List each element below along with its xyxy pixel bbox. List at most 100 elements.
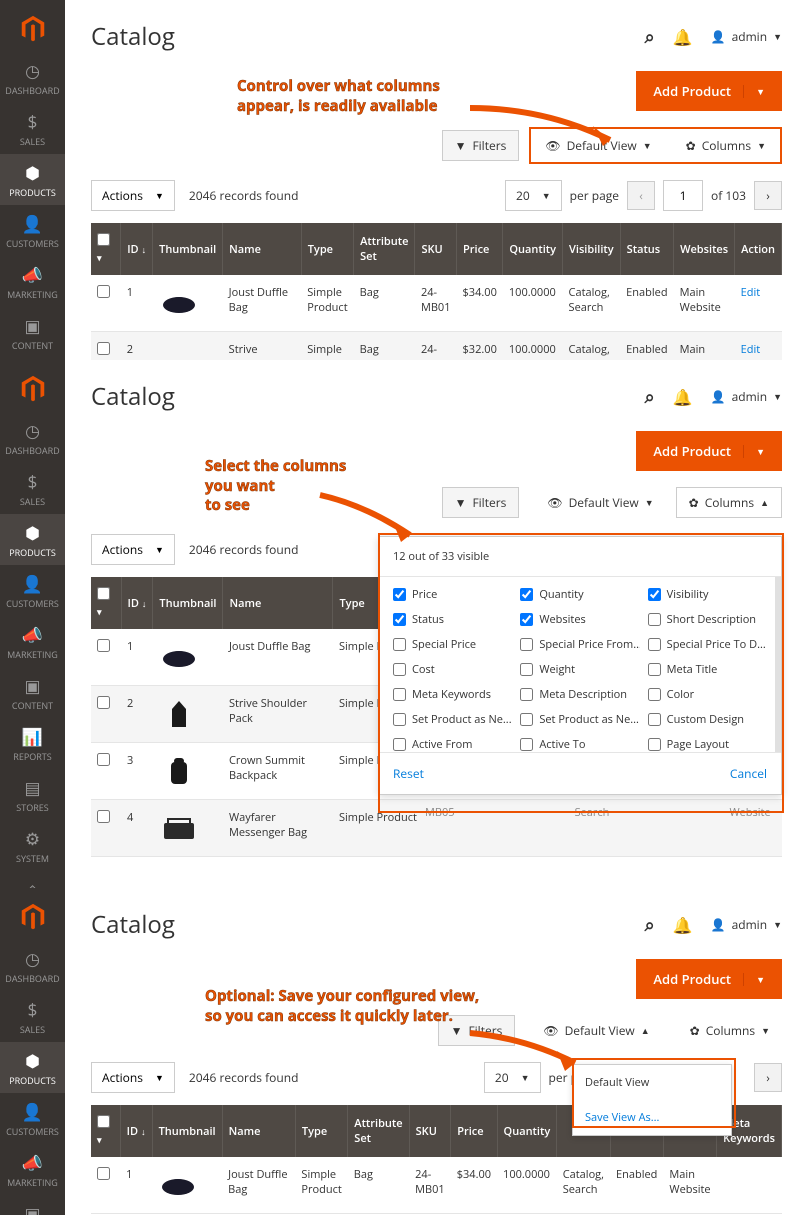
sidebar-item-products[interactable]: ⬢PRODUCTS bbox=[0, 514, 65, 565]
sidebar-item-customers[interactable]: 👤CUSTOMERS bbox=[0, 1093, 65, 1144]
row-checkbox[interactable] bbox=[97, 1167, 110, 1180]
col-id[interactable]: ID↓ bbox=[121, 223, 153, 275]
cancel-link[interactable]: Cancel bbox=[730, 765, 767, 782]
col-type[interactable]: Type bbox=[301, 223, 353, 275]
sidebar-item-marketing[interactable]: 📣MARKETING bbox=[0, 256, 65, 307]
column-toggle[interactable]: Weight bbox=[520, 662, 639, 677]
actions-dropdown[interactable]: Actions▼ bbox=[91, 534, 175, 565]
sidebar-item-sales[interactable]: $SALES bbox=[0, 463, 65, 514]
page-input[interactable] bbox=[663, 180, 703, 211]
sidebar-item-partners[interactable]: ◈FIND PARTNERS bbox=[0, 871, 65, 888]
add-product-button[interactable]: Add Product▼ bbox=[636, 431, 782, 471]
select-all-checkbox[interactable] bbox=[97, 1115, 110, 1128]
col-vis[interactable]: Visibility bbox=[563, 223, 621, 275]
col-sku[interactable]: SKU bbox=[415, 223, 457, 275]
sidebar-item-dashboard[interactable]: ◷DASHBOARD bbox=[0, 52, 65, 103]
search-icon[interactable]: ⌕ bbox=[645, 913, 655, 937]
edit-link[interactable]: Edit bbox=[735, 332, 782, 361]
col-attrset[interactable]: Attribute Set bbox=[354, 223, 415, 275]
caret-down-icon[interactable]: ▼ bbox=[743, 85, 765, 98]
filters-button[interactable]: ▼Filters bbox=[442, 487, 520, 518]
sidebar-item-system[interactable]: ⚙SYSTEM bbox=[0, 820, 65, 871]
column-toggle[interactable]: Active From bbox=[393, 737, 512, 752]
edit-link[interactable]: Edit bbox=[735, 275, 782, 332]
save-view-as-option[interactable]: Save View As... bbox=[573, 1100, 731, 1135]
add-product-button[interactable]: Add Product▼ bbox=[636, 959, 782, 999]
table-row[interactable]: 2 Strive Shoulder Simple Bag 24- $32.00 … bbox=[91, 332, 782, 361]
actions-dropdown[interactable]: Actions▼ bbox=[91, 180, 175, 211]
default-view-dropdown[interactable]: 👁Default View▼ bbox=[535, 488, 665, 517]
actions-dropdown[interactable]: Actions▼ bbox=[91, 1062, 175, 1093]
column-toggle[interactable]: Quantity bbox=[520, 587, 639, 602]
column-toggle[interactable]: Meta Keywords bbox=[393, 687, 512, 702]
sidebar-item-dashboard[interactable]: ◷DASHBOARD bbox=[0, 412, 65, 463]
table-row[interactable]: 1 Joust Duffle Bag Simple Product Bag 24… bbox=[91, 1157, 782, 1214]
col-attrset[interactable]: Attribute Set bbox=[348, 1105, 409, 1157]
bell-icon[interactable]: 🔔 bbox=[673, 386, 693, 408]
column-toggle[interactable]: Status bbox=[393, 612, 512, 627]
col-sites[interactable]: Websites bbox=[674, 223, 735, 275]
sidebar-item-customers[interactable]: 👤CUSTOMERS bbox=[0, 205, 65, 256]
next-page-button[interactable]: › bbox=[754, 1063, 782, 1092]
columns-dropdown[interactable]: ✿Columns▲ bbox=[676, 487, 782, 518]
column-toggle[interactable]: Active To bbox=[520, 737, 639, 752]
sidebar-item-products[interactable]: ⬢PRODUCTS bbox=[0, 1042, 65, 1093]
sidebar-item-marketing[interactable]: 📣MARKETING bbox=[0, 616, 65, 667]
column-toggle[interactable]: Special Price From... bbox=[520, 637, 639, 652]
select-all-checkbox[interactable] bbox=[97, 587, 110, 600]
row-checkbox[interactable] bbox=[97, 285, 110, 298]
col-id[interactable]: ID↓ bbox=[121, 577, 153, 629]
sidebar-item-content[interactable]: ▣CONTENT bbox=[0, 1195, 65, 1215]
col-sku[interactable]: SKU bbox=[409, 1105, 451, 1157]
bell-icon[interactable]: 🔔 bbox=[673, 914, 693, 936]
row-checkbox[interactable] bbox=[97, 639, 110, 652]
column-toggle[interactable]: Meta Description bbox=[520, 687, 639, 702]
col-type[interactable]: Type bbox=[295, 1105, 347, 1157]
col-thumbnail[interactable]: Thumbnail bbox=[152, 1105, 222, 1157]
user-menu[interactable]: 👤admin▼ bbox=[711, 916, 782, 933]
user-menu[interactable]: 👤admin▼ bbox=[711, 388, 782, 405]
columns-dropdown[interactable]: ✿Columns▼ bbox=[678, 1016, 782, 1045]
column-toggle[interactable]: Special Price To D... bbox=[648, 637, 767, 652]
bell-icon[interactable]: 🔔 bbox=[673, 26, 693, 48]
user-menu[interactable]: 👤admin▼ bbox=[711, 28, 782, 45]
sidebar-item-content[interactable]: ▣CONTENT bbox=[0, 307, 65, 358]
col-price[interactable]: Price bbox=[451, 1105, 497, 1157]
col-name[interactable]: Name bbox=[223, 223, 302, 275]
row-checkbox[interactable] bbox=[97, 810, 110, 823]
column-toggle[interactable]: Short Description bbox=[648, 612, 767, 627]
col-thumbnail[interactable]: Thumbnail bbox=[153, 577, 223, 629]
col-thumbnail[interactable]: Thumbnail bbox=[153, 223, 223, 275]
sidebar-item-sales[interactable]: $SALES bbox=[0, 103, 65, 154]
sidebar-item-marketing[interactable]: 📣MARKETING bbox=[0, 1144, 65, 1195]
sidebar-item-reports[interactable]: 📊REPORTS bbox=[0, 718, 65, 769]
row-checkbox[interactable] bbox=[97, 342, 110, 355]
column-toggle[interactable]: Set Product as Ne... bbox=[520, 712, 639, 727]
col-status[interactable]: Status bbox=[620, 223, 673, 275]
row-checkbox[interactable] bbox=[97, 696, 110, 709]
col-action[interactable]: Action bbox=[735, 223, 782, 275]
per-page-select[interactable]: 20▼ bbox=[505, 180, 562, 211]
column-toggle[interactable]: Visibility bbox=[648, 587, 767, 602]
col-name[interactable]: Name bbox=[223, 577, 333, 629]
add-product-button[interactable]: Add Product▼ bbox=[636, 71, 782, 111]
col-price[interactable]: Price bbox=[457, 223, 503, 275]
select-all-checkbox[interactable] bbox=[97, 233, 110, 246]
column-toggle[interactable]: Custom Design bbox=[648, 712, 767, 727]
reset-link[interactable]: Reset bbox=[393, 765, 424, 782]
column-toggle[interactable]: Color bbox=[648, 687, 767, 702]
sidebar-item-products[interactable]: ⬢PRODUCTS bbox=[0, 154, 65, 205]
next-page-button[interactable]: › bbox=[754, 181, 782, 210]
sidebar-item-sales[interactable]: $SALES bbox=[0, 991, 65, 1042]
col-id[interactable]: ID↓ bbox=[120, 1105, 152, 1157]
sidebar-item-customers[interactable]: 👤CUSTOMERS bbox=[0, 565, 65, 616]
sidebar-item-stores[interactable]: ▤STORES bbox=[0, 769, 65, 820]
row-checkbox[interactable] bbox=[97, 753, 110, 766]
column-toggle[interactable]: Set Product as Ne... bbox=[393, 712, 512, 727]
column-toggle[interactable]: Cost bbox=[393, 662, 512, 677]
prev-page-button[interactable]: ‹ bbox=[627, 181, 655, 210]
search-icon[interactable]: ⌕ bbox=[645, 385, 655, 409]
search-icon[interactable]: ⌕ bbox=[645, 25, 655, 49]
column-toggle[interactable]: Meta Title bbox=[648, 662, 767, 677]
sidebar-item-dashboard[interactable]: ◷DASHBOARD bbox=[0, 940, 65, 991]
